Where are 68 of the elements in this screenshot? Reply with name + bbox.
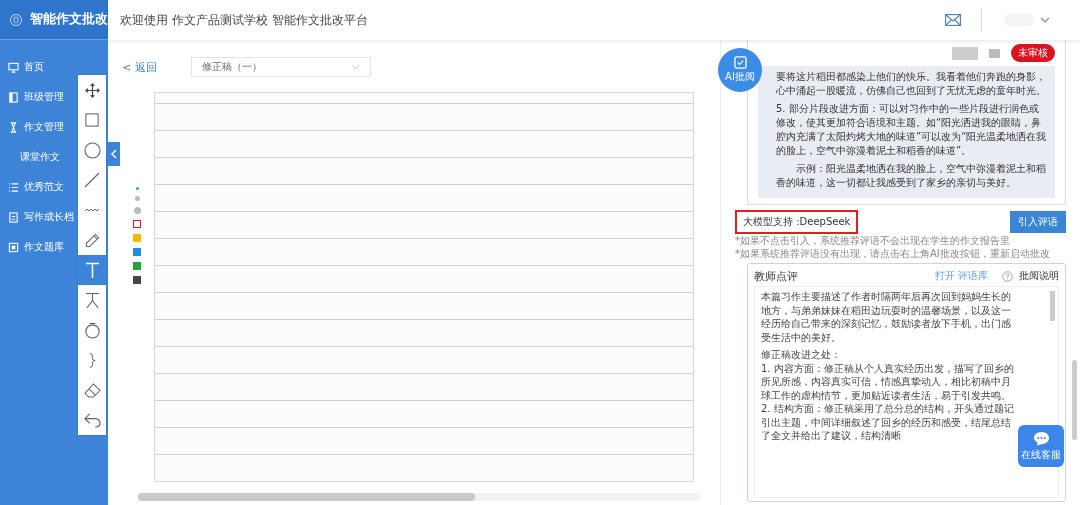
blurred-placeholder bbox=[952, 46, 978, 60]
note-text: *如果系统推荐评语没有出现，请点击右上角AI批改按钮，重新启动批改 bbox=[735, 247, 1051, 260]
hourglass-icon bbox=[8, 121, 19, 133]
circle-icon bbox=[83, 141, 101, 159]
comment-library-link[interactable]: 打开 评语库 bbox=[934, 269, 988, 283]
document-icon bbox=[8, 91, 19, 103]
chevron-down-icon[interactable] bbox=[1040, 17, 1050, 23]
chevron-left-icon bbox=[111, 149, 117, 159]
sidebar-item[interactable]: 写作成长档 bbox=[0, 202, 108, 232]
stroke-size-dot[interactable] bbox=[135, 187, 139, 190]
color-swatch[interactable] bbox=[133, 248, 141, 256]
checkbox-icon bbox=[733, 56, 747, 69]
file-icon bbox=[8, 211, 19, 223]
list-icon bbox=[8, 181, 19, 193]
comment-paragraph: 示例：阳光温柔地洒在我的脸上，空气中弥漫着泥土和稻香的味道，这一切都让我感受到了家乡的亲切与美好。 bbox=[776, 162, 1047, 190]
vertical-scrollbar[interactable] bbox=[1072, 360, 1077, 440]
pencil-icon bbox=[84, 232, 100, 248]
brace-icon bbox=[88, 351, 96, 369]
chat-bubble-icon bbox=[1032, 430, 1050, 446]
ai-review-button[interactable]: AI批阅 bbox=[718, 48, 762, 92]
insert-mark-icon bbox=[84, 291, 100, 309]
color-swatch[interactable] bbox=[133, 220, 141, 228]
undo-icon bbox=[83, 412, 101, 428]
comment-paragraph: 要将这片稻田都感染上他们的快乐。我看着他们奔跑的身影，心中涌起一股暖流，仿佛自己也回到了无忧无虑的童年时光。 bbox=[776, 70, 1047, 98]
stroke-size-dot[interactable] bbox=[134, 196, 140, 201]
draft-select[interactable]: 修正稿（一） bbox=[190, 57, 371, 77]
ring-icon bbox=[83, 321, 101, 339]
book-icon[interactable] bbox=[988, 47, 1001, 59]
mail-icon[interactable] bbox=[945, 14, 961, 26]
note-text: *如果不点击引入，系统推荐评语不会出现在学生的作文报告里 bbox=[735, 234, 1011, 247]
rectangle-icon bbox=[85, 113, 99, 127]
text-tool-icon bbox=[84, 261, 100, 279]
wave-line-icon bbox=[84, 207, 100, 213]
card-title: 教师点评 bbox=[754, 268, 799, 284]
monitor-icon bbox=[8, 61, 19, 73]
welcome-text: 欢迎使用 作文产品测试学校 智能作文批改平台 bbox=[120, 11, 369, 29]
comment-paragraph: 5. 部分片段改进方面：可以对习作中的一些片段进行润色或修改，使其更加符合语境和主题。如“阳光洒进我的眼睛，鼻腔内充满了太阳灼烤大地的味道”可以改为“阳光温柔地洒在我的脸上，空气中弥漫着泥土和稻香的味道”。 bbox=[776, 102, 1047, 158]
move-icon bbox=[84, 82, 100, 98]
comment-paragraph: 修正稿改进之处： bbox=[761, 348, 842, 362]
collapse-tab[interactable] bbox=[108, 142, 120, 166]
insert-comment-button[interactable]: 引入评语 bbox=[1010, 211, 1066, 233]
horizontal-scrollbar[interactable] bbox=[138, 493, 700, 501]
color-swatch[interactable] bbox=[133, 262, 141, 270]
line-icon bbox=[84, 172, 100, 188]
review-guide-link[interactable]: 批阅说明 bbox=[1019, 269, 1059, 283]
stroke-size-dot[interactable] bbox=[133, 207, 141, 214]
comment-text-area[interactable] bbox=[754, 286, 1059, 498]
comment-paragraph: 2. 结构方面：修正稿采用了总分总的结构，开头通过题记引出主题，中间详细叙述了回乡的经历和感受，结尾总结了全文并给出了建议，结构清晰 bbox=[761, 402, 1015, 443]
comment-paragraph: 本篇习作主要描述了作者时隔两年后再次回到妈妈生长的地方，与弟弟妹妹在稻田边玩耍时的温馨场景，以及这一经历给自己带来的深刻记忆，鼓励读者放下手机，出门感受生活中的美好。 bbox=[761, 290, 1012, 344]
back-link[interactable]: < 返回 bbox=[122, 59, 157, 75]
sidebar-item[interactable]: 优秀范文 bbox=[0, 172, 108, 202]
eraser-icon bbox=[83, 382, 101, 398]
sidebar-item[interactable]: 班级管理 bbox=[0, 82, 108, 112]
help-icon[interactable] bbox=[1002, 270, 1013, 282]
color-swatch[interactable] bbox=[133, 276, 141, 284]
comment-paragraph: 1. 内容方面：修正稿从个人真实经历出发，描写了回乡的所见所感，内容真实可信，情感真挚动人，相比初稿中月球工作的虚构情节，更加贴近读者生活，易于引发共鸣。 bbox=[761, 361, 1015, 402]
chevron-down-icon bbox=[350, 64, 360, 70]
sidebar-item[interactable]: 课堂作文 bbox=[0, 142, 108, 172]
status-badge: 未审核 bbox=[1011, 44, 1055, 62]
model-label: 大模型支持 :DeepSeek bbox=[735, 210, 859, 234]
sidebar-item[interactable]: 作文题库 bbox=[0, 232, 108, 262]
sidebar-item[interactable]: 首页 bbox=[0, 52, 108, 82]
square-icon bbox=[8, 241, 19, 253]
app-title: 智能作文批改 bbox=[30, 11, 108, 28]
color-swatch[interactable] bbox=[133, 234, 141, 242]
vertical-scrollbar[interactable] bbox=[1050, 291, 1055, 321]
online-service-button[interactable]: 在线客服 bbox=[1018, 425, 1064, 467]
sidebar-item[interactable]: 作文管理 bbox=[0, 112, 108, 142]
